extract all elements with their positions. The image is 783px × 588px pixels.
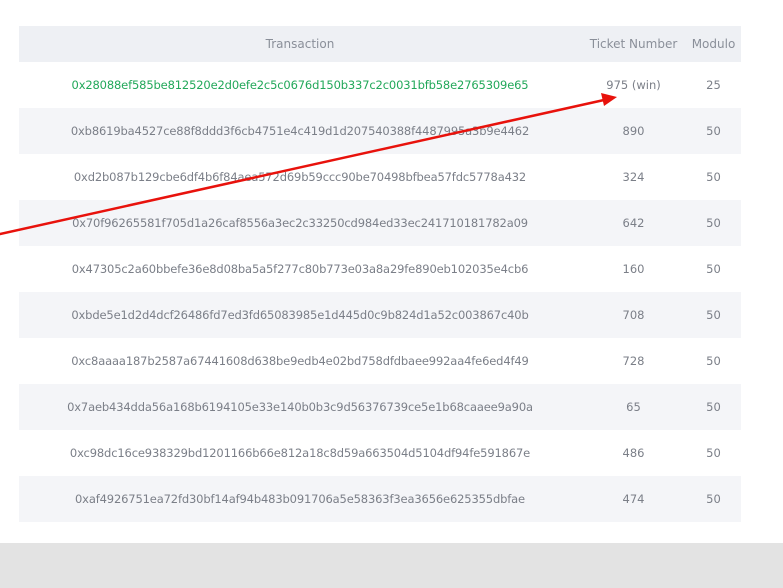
column-header-modulo: Modulo — [686, 26, 741, 62]
modulo-cell: 25 — [686, 62, 741, 108]
table-header-row: Transaction Ticket Number Modulo — [19, 26, 741, 62]
modulo-cell: 50 — [686, 154, 741, 200]
transaction-hash-link[interactable]: 0xaf4926751ea72fd30bf14af94b483b091706a5… — [19, 476, 581, 522]
transactions-table: Transaction Ticket Number Modulo 0x28088… — [19, 26, 741, 522]
transaction-hash-link[interactable]: 0xc8aaaa187b2587a67441608d638be9edb4e02b… — [19, 338, 581, 384]
ticket-number-cell: 324 — [581, 154, 686, 200]
ticket-number-cell: 486 — [581, 430, 686, 476]
table-row: 0x28088ef585be812520e2d0efe2c5c0676d150b… — [19, 62, 741, 108]
ticket-number-cell: 890 — [581, 108, 686, 154]
page: Transaction Ticket Number Modulo 0x28088… — [0, 0, 783, 588]
transaction-hash-link[interactable]: 0xb8619ba4527ce88f8ddd3f6cb4751e4c419d1d… — [19, 108, 581, 154]
footer-bar — [0, 543, 783, 588]
modulo-cell: 50 — [686, 108, 741, 154]
modulo-cell: 50 — [686, 384, 741, 430]
modulo-cell: 50 — [686, 292, 741, 338]
transactions-table-container: Transaction Ticket Number Modulo 0x28088… — [19, 26, 741, 522]
ticket-number-cell: 975 (win) — [581, 62, 686, 108]
transaction-hash-link[interactable]: 0xbde5e1d2d4dcf26486fd7ed3fd65083985e1d4… — [19, 292, 581, 338]
table-row: 0xc8aaaa187b2587a67441608d638be9edb4e02b… — [19, 338, 741, 384]
modulo-cell: 50 — [686, 200, 741, 246]
ticket-number-cell: 160 — [581, 246, 686, 292]
modulo-cell: 50 — [686, 476, 741, 522]
table-row: 0xb8619ba4527ce88f8ddd3f6cb4751e4c419d1d… — [19, 108, 741, 154]
transaction-hash-link[interactable]: 0xd2b087b129cbe6df4b6f84aea572d69b59ccc9… — [19, 154, 581, 200]
table-row: 0x70f96265581f705d1a26caf8556a3ec2c33250… — [19, 200, 741, 246]
modulo-cell: 50 — [686, 338, 741, 384]
transaction-hash-link[interactable]: 0x70f96265581f705d1a26caf8556a3ec2c33250… — [19, 200, 581, 246]
ticket-number-cell: 65 — [581, 384, 686, 430]
table-row: 0xbde5e1d2d4dcf26486fd7ed3fd65083985e1d4… — [19, 292, 741, 338]
table-row: 0xd2b087b129cbe6df4b6f84aea572d69b59ccc9… — [19, 154, 741, 200]
transaction-hash-link[interactable]: 0xc98dc16ce938329bd1201166b66e812a18c8d5… — [19, 430, 581, 476]
table-row: 0x47305c2a60bbefe36e8d08ba5a5f277c80b773… — [19, 246, 741, 292]
ticket-number-cell: 728 — [581, 338, 686, 384]
column-header-transaction: Transaction — [19, 26, 581, 62]
ticket-number-cell: 474 — [581, 476, 686, 522]
modulo-cell: 50 — [686, 430, 741, 476]
ticket-number-cell: 708 — [581, 292, 686, 338]
ticket-number-cell: 642 — [581, 200, 686, 246]
table-row: 0x7aeb434dda56a168b6194105e33e140b0b3c9d… — [19, 384, 741, 430]
table-row: 0xc98dc16ce938329bd1201166b66e812a18c8d5… — [19, 430, 741, 476]
transaction-hash-link[interactable]: 0x7aeb434dda56a168b6194105e33e140b0b3c9d… — [19, 384, 581, 430]
column-header-ticket-number: Ticket Number — [581, 26, 686, 62]
modulo-cell: 50 — [686, 246, 741, 292]
transaction-hash-link[interactable]: 0x28088ef585be812520e2d0efe2c5c0676d150b… — [19, 62, 581, 108]
transaction-hash-link[interactable]: 0x47305c2a60bbefe36e8d08ba5a5f277c80b773… — [19, 246, 581, 292]
table-row: 0xaf4926751ea72fd30bf14af94b483b091706a5… — [19, 476, 741, 522]
